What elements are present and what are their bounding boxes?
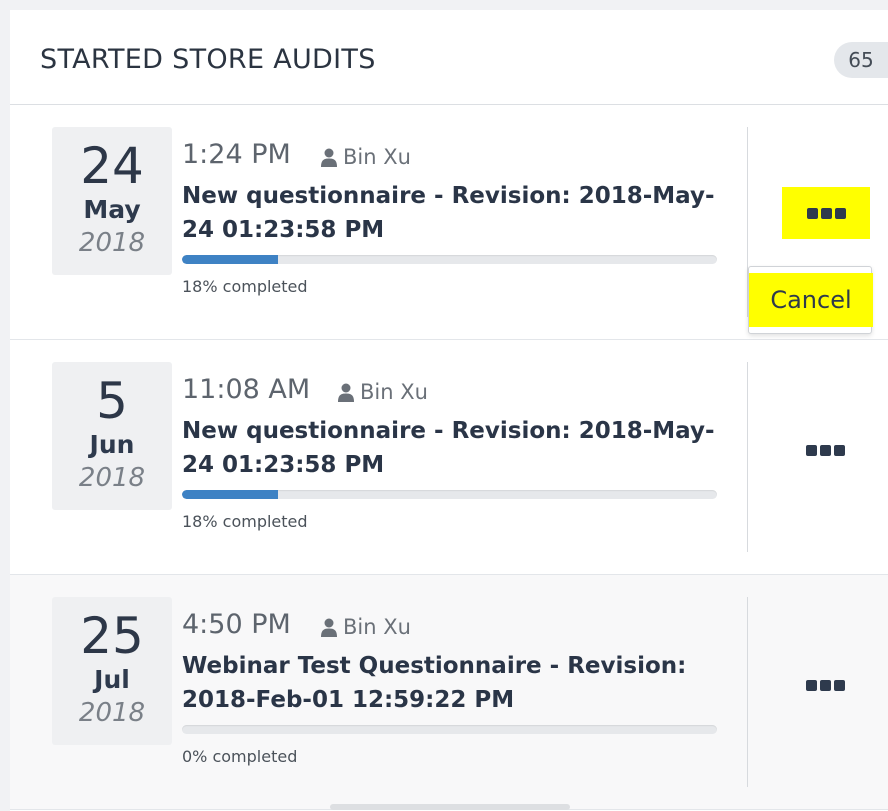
date-day: 25 xyxy=(80,607,144,665)
options-dropdown: Cancel xyxy=(748,266,873,334)
date-box: 5 Jun 2018 xyxy=(52,362,172,510)
date-month: Jun xyxy=(89,430,135,459)
progress-bar xyxy=(182,725,717,734)
more-options-icon xyxy=(820,207,832,219)
user-icon xyxy=(338,383,354,402)
more-options-button[interactable] xyxy=(782,187,870,239)
date-month: May xyxy=(83,195,141,224)
more-options-button[interactable] xyxy=(780,422,870,478)
audit-list: 24 May 2018 1:24 PM Bin Xu New questionn… xyxy=(10,104,888,811)
date-month: Jul xyxy=(94,665,130,694)
more-options-icon xyxy=(834,207,846,219)
progress-label: 0% completed xyxy=(182,747,298,766)
audit-user: Bin Xu xyxy=(321,615,411,639)
vertical-divider xyxy=(747,597,748,787)
audit-card[interactable]: 25 Jul 2018 4:50 PM Bin Xu Webinar Test … xyxy=(10,575,888,810)
panel-title: STARTED STORE AUDITS xyxy=(40,44,376,75)
more-options-icon xyxy=(833,679,845,691)
audit-user: Bin Xu xyxy=(321,145,411,169)
audit-card[interactable]: 24 May 2018 1:24 PM Bin Xu New questionn… xyxy=(10,105,888,340)
audit-user: Bin Xu xyxy=(338,380,428,404)
questionnaire-name[interactable]: New questionnaire - Revision: 2018-May-2… xyxy=(182,179,722,247)
audit-card[interactable]: 5 Jun 2018 11:08 AM Bin Xu New questionn… xyxy=(10,340,888,575)
user-name: Bin Xu xyxy=(343,145,411,169)
more-options-icon xyxy=(819,444,831,456)
panel-header: STARTED STORE AUDITS 65 xyxy=(10,10,888,105)
progress-bar xyxy=(182,255,717,264)
date-box: 24 May 2018 xyxy=(52,127,172,275)
cancel-button[interactable]: Cancel xyxy=(749,273,873,327)
more-options-icon xyxy=(806,207,818,219)
vertical-divider xyxy=(747,362,748,552)
progress-bar xyxy=(182,490,717,499)
more-options-icon xyxy=(805,679,817,691)
progress-fill xyxy=(182,255,279,264)
progress-fill xyxy=(182,490,279,499)
audit-time: 1:24 PM xyxy=(182,139,291,170)
progress-label: 18% completed xyxy=(182,512,308,531)
audit-count-badge: 65 xyxy=(834,42,888,78)
questionnaire-name[interactable]: Webinar Test Questionnaire - Revision: 2… xyxy=(182,649,722,717)
more-options-icon xyxy=(833,444,845,456)
audit-time: 4:50 PM xyxy=(182,609,291,640)
date-day: 5 xyxy=(96,372,128,430)
questionnaire-name[interactable]: New questionnaire - Revision: 2018-May-2… xyxy=(182,414,722,482)
more-options-icon xyxy=(819,679,831,691)
date-box: 25 Jul 2018 xyxy=(52,597,172,745)
date-day: 24 xyxy=(80,137,144,195)
user-icon xyxy=(321,148,337,167)
date-year: 2018 xyxy=(78,228,146,258)
progress-label: 18% completed xyxy=(182,277,308,296)
user-name: Bin Xu xyxy=(343,615,411,639)
date-year: 2018 xyxy=(78,463,146,493)
user-name: Bin Xu xyxy=(360,380,428,404)
more-options-button[interactable] xyxy=(780,657,870,713)
date-year: 2018 xyxy=(78,698,146,728)
user-icon xyxy=(321,618,337,637)
more-options-icon xyxy=(805,444,817,456)
scrollbar-hint[interactable] xyxy=(330,804,570,810)
audit-time: 11:08 AM xyxy=(182,374,311,405)
